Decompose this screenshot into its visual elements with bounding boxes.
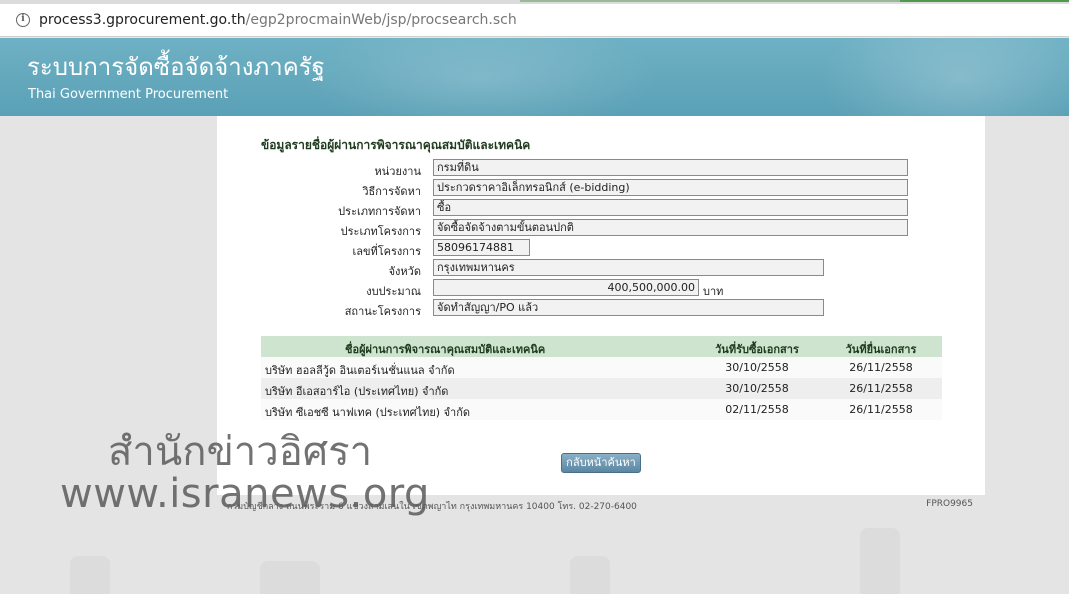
url-path: /egp2procmainWeb/jsp/procsearch.sch — [245, 12, 517, 28]
header-ornament — [300, 38, 660, 116]
site-header: ระบบการจัดซื้อจัดจ้างภาครัฐ Thai Governm… — [0, 38, 1069, 116]
field-project-number: 58096174881 — [433, 239, 530, 256]
field-label-agency: หน่วยงาน — [374, 165, 421, 178]
column-header-name: ชื่อผู้ผ่านการพิจารณาคุณสมบัติและเทคนิค — [345, 343, 546, 356]
receive-date: 30/10/2558 — [725, 382, 789, 395]
field-province: กรุงเทพมหานคร — [433, 259, 824, 276]
url-host: process3.gprocurement.go.th — [39, 12, 246, 28]
table-header-row: ชื่อผู้ผ่านการพิจารณาคุณสมบัติและเทคนิค … — [261, 336, 942, 357]
section-title: ข้อมูลรายชื่อผู้ผ่านการพิจารณาคุณสมบัติแ… — [261, 138, 531, 152]
site-info-icon[interactable]: i — [16, 13, 30, 27]
field-label-project-number: เลขที่โครงการ — [352, 245, 421, 258]
back-to-search-button[interactable]: กลับหน้าค้นหา — [561, 453, 641, 473]
bidder-name: บริษัท อีเอสอาร์ไอ (ประเทศไทย) จำกัด — [265, 385, 449, 398]
background-ornament — [260, 561, 320, 594]
table-row: บริษัท อีเอสอาร์ไอ (ประเทศไทย) จำกัด 30/… — [261, 378, 942, 399]
field-method: ประกวดราคาอิเล็กทรอนิกส์ (e-bidding) — [433, 179, 908, 196]
field-label-province: จังหวัด — [388, 265, 421, 278]
field-agency: กรมที่ดิน — [433, 159, 908, 176]
submit-date: 26/11/2558 — [849, 361, 913, 374]
watermark-url: www.isranews.org — [60, 471, 430, 517]
field-project-type: จัดซื้อจัดจ้างตามขั้นตอนปกติ — [433, 219, 908, 236]
submit-date: 26/11/2558 — [849, 403, 913, 416]
receive-date: 30/10/2558 — [725, 361, 789, 374]
address-bar[interactable]: i process3.gprocurement.go.th/egp2procma… — [0, 4, 1069, 37]
background-ornament — [70, 556, 110, 594]
field-procurement-type: ซื้อ — [433, 199, 908, 216]
field-budget: 400,500,000.00 — [433, 279, 699, 296]
background-ornament — [570, 556, 610, 594]
field-label-project-type: ประเภทโครงการ — [340, 225, 421, 238]
field-label-procurement-type: ประเภทการจัดหา — [338, 205, 421, 218]
table-row: บริษัท ฮอลลีวู้ด อินเตอร์เนชั่นแนล จำกัด… — [261, 357, 942, 378]
table-row: บริษัท ซีเอชซี นาฟเทค (ประเทศไทย) จำกัด … — [261, 399, 942, 420]
site-title-thai: ระบบการจัดซื้อจัดจ้างภาครัฐ — [27, 53, 325, 81]
budget-unit: บาท — [703, 285, 724, 298]
column-header-submit-date: วันที่ยื่นเอกสาร — [845, 343, 917, 356]
submit-date: 26/11/2558 — [849, 382, 913, 395]
bidder-name: บริษัท ฮอลลีวู้ด อินเตอร์เนชั่นแนล จำกัด — [265, 364, 455, 377]
url-text[interactable]: process3.gprocurement.go.th/egp2procmain… — [39, 12, 517, 28]
background-ornament — [860, 528, 900, 594]
browser-tab-indicator — [520, 0, 900, 2]
column-header-receive-date: วันที่รับซื้อเอกสาร — [715, 343, 799, 356]
browser-tab-indicator-active — [900, 0, 1069, 2]
receive-date: 02/11/2558 — [725, 403, 789, 416]
field-label-method: วิธีการจัดหา — [362, 185, 421, 198]
field-label-project-status: สถานะโครงการ — [344, 305, 421, 318]
footer-page-code: FPRO9965 — [926, 499, 973, 509]
header-ornament — [820, 38, 1069, 116]
field-label-budget: งบประมาณ — [366, 285, 421, 298]
site-title-english: Thai Government Procurement — [28, 87, 229, 102]
field-project-status: จัดทำสัญญา/PO แล้ว — [433, 299, 824, 316]
qualified-bidders-table: ชื่อผู้ผ่านการพิจารณาคุณสมบัติและเทคนิค … — [261, 336, 942, 420]
